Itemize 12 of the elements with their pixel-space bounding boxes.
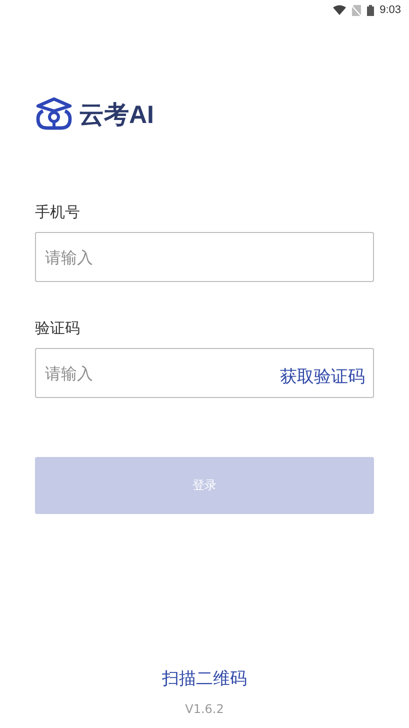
status-time: 9:03 [380, 4, 401, 16]
logo-icon [35, 97, 73, 131]
field-label: 验证码 [35, 318, 81, 338]
battery-icon [366, 4, 374, 16]
no-sim-icon [352, 4, 361, 16]
get-code-button[interactable]: 获取验证码 [280, 365, 365, 388]
version-text: V1.6.2 [185, 702, 224, 716]
wifi-icon [332, 5, 346, 15]
scan-qr-link[interactable]: 扫描二维码 [162, 667, 247, 690]
field-label: 手机号 [35, 202, 81, 222]
input-field[interactable]: 请输入 [35, 232, 374, 282]
logo-text: 云考AI [79, 100, 154, 130]
